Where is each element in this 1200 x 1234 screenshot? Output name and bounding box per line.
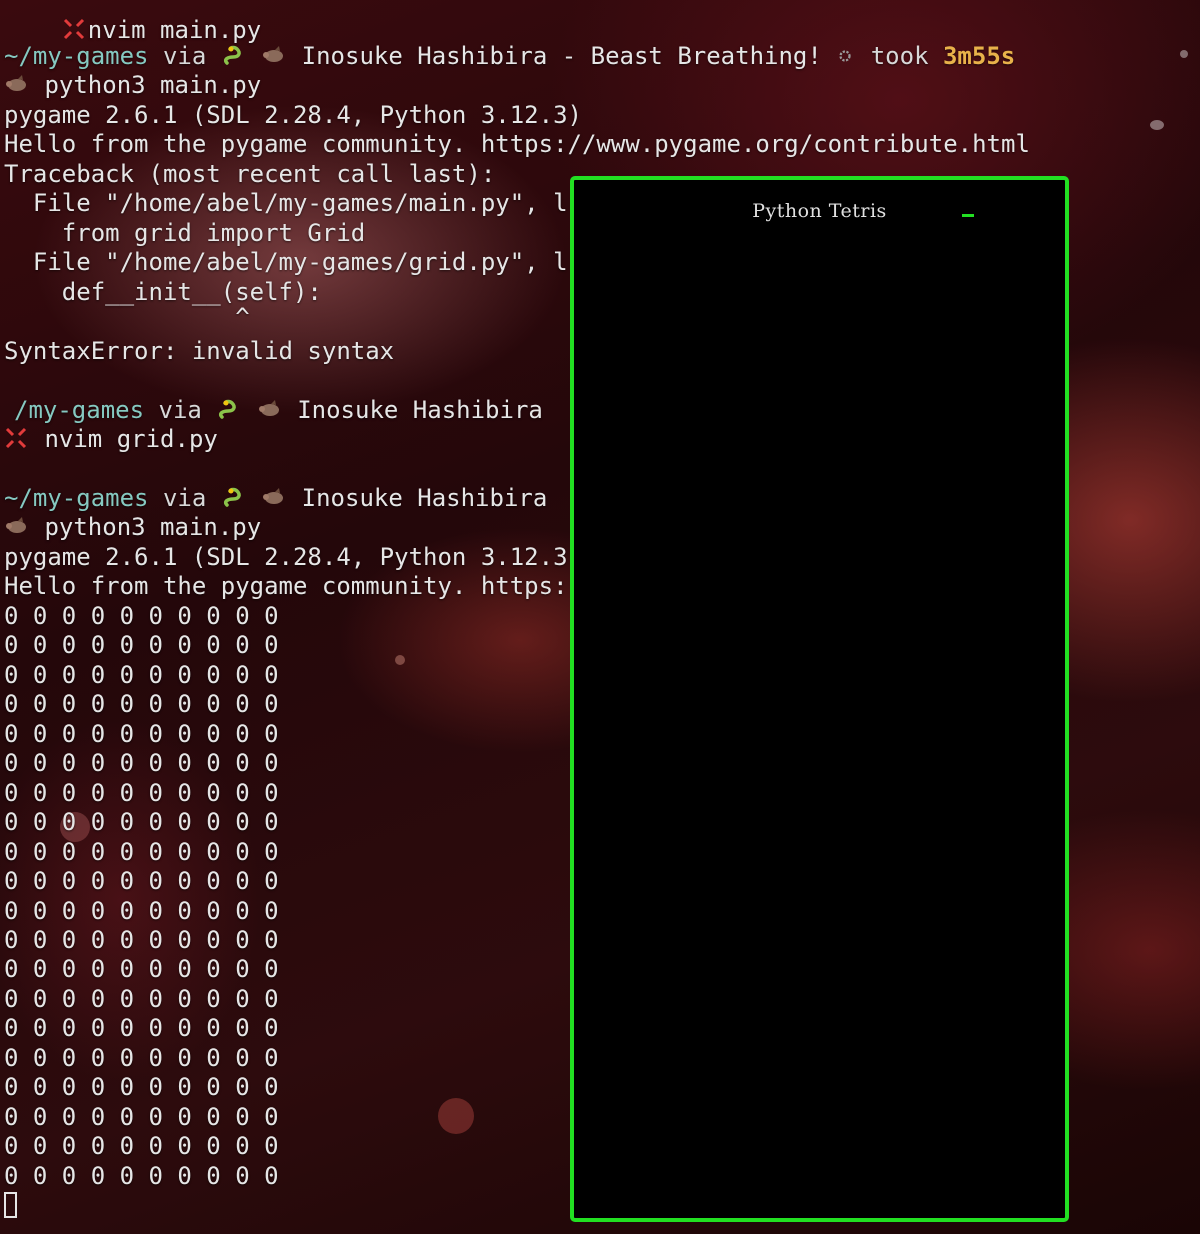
grid-row: 0 0 0 0 0 0 0 0 0 0 [4,1073,279,1102]
grid-row: 0 0 0 0 0 0 0 0 0 0 [4,808,279,837]
grid-row: 0 0 0 0 0 0 0 0 0 0 [4,749,279,778]
prompt-took: took [856,42,943,70]
grid-row: 0 0 0 0 0 0 0 0 0 0 [4,719,279,748]
terminal-command: nvim main.py [87,15,262,44]
grid-row: 0 0 0 0 0 0 0 0 0 0 [4,1102,279,1131]
grid-row: 0 0 0 0 0 0 0 0 0 0 [4,955,279,984]
terminal-command: python3 main.py [30,71,262,99]
output-line: File "/home/abel/my-games/main.py", l [4,189,568,217]
snake-icon [219,399,237,419]
boar-icon [263,488,284,504]
grid-row: 0 0 0 0 0 0 0 0 0 0 [4,1043,279,1072]
boar-icon [263,46,284,62]
prompt-via: via [148,484,221,512]
snake-icon [223,45,241,65]
output-line: Hello from the pygame community. https: [4,572,568,600]
command-line: nvim grid.py [4,425,218,455]
terminal-cursor [4,1192,17,1218]
grid-row: 0 0 0 0 0 0 0 0 0 0 [4,867,279,896]
grid-row: 0 0 0 0 0 0 0 0 0 0 [4,1014,279,1043]
output-line: from grid import Grid [4,219,366,247]
output-line: File "/home/abel/my-games/grid.py", l [4,248,568,276]
output-line: ^ [4,303,250,331]
grid-row: 0 0 0 0 0 0 0 0 0 0 [4,602,279,630]
terminal-command: nvim grid.py [30,425,218,453]
grid-row: 0 0 0 0 0 0 0 0 0 0 [4,896,279,925]
grid-row: 0 0 0 0 0 0 0 0 0 0 [4,1132,279,1161]
prompt-via: via [148,42,221,70]
prompt-title: Inosuke Hashibira [287,484,548,512]
tetris-game-window[interactable]: Python Tetris [570,176,1069,1222]
grid-row: 0 0 0 0 0 0 0 0 0 0 [4,690,279,719]
output-line: pygame 2.6.1 (SDL 2.28.4, Python 3.12.3 [4,543,568,571]
grid-row: 0 0 0 0 0 0 0 0 0 0 [4,660,279,689]
terminal-line: nvim main.py [4,0,261,44]
gear-icon [839,50,851,62]
prompt-via: via [144,396,217,424]
game-title: Python Tetris [752,200,887,222]
prompt-title: Inosuke Hashibira - Beast Breathing! [287,42,837,70]
prompt-path: /my-games [14,396,145,424]
output-line: Traceback (most recent call last): [4,160,496,188]
grid-row: 0 0 0 0 0 0 0 0 0 0 [4,837,279,866]
command-line: python3 main.py [4,71,261,101]
snake-icon [223,487,241,507]
terminal-command: python3 main.py [30,513,262,541]
anger-icon [5,427,27,449]
grid-row: 0 0 0 0 0 0 0 0 0 0 [4,778,279,807]
anger-icon [63,18,84,39]
output-line: SyntaxError: invalid syntax [4,337,395,365]
prompt-title: Inosuke Hashibira [282,396,543,424]
boar-icon [6,75,26,91]
prompt-duration: 3m55s [942,42,1016,70]
boar-icon [258,400,279,416]
output-line: Hello from the pygame community. https:/… [4,130,1030,158]
prompt-line: ~/my-games via Inosuke Hashibira [4,484,547,514]
output-line: pygame 2.6.1 (SDL 2.28.4, Python 3.12.3) [4,101,582,129]
prompt-path: ~/my-games [4,484,149,512]
grid-row: 0 0 0 0 0 0 0 0 0 0 [4,925,279,954]
prompt-path: ~/my-games [4,42,149,70]
game-status-mark [962,214,974,217]
boar-icon [6,517,26,533]
prompt-line: /my-games via Inosuke Hashibira [14,396,543,426]
grid-row: 0 0 0 0 0 0 0 0 0 0 [4,984,279,1013]
command-line: python3 main.py [4,513,261,543]
grid-row: 0 0 0 0 0 0 0 0 0 0 [4,1161,279,1190]
grid-row: 0 0 0 0 0 0 0 0 0 0 [4,631,279,660]
prompt-line: ~/my-games via Inosuke Hashibira - Beast… [4,42,1015,72]
